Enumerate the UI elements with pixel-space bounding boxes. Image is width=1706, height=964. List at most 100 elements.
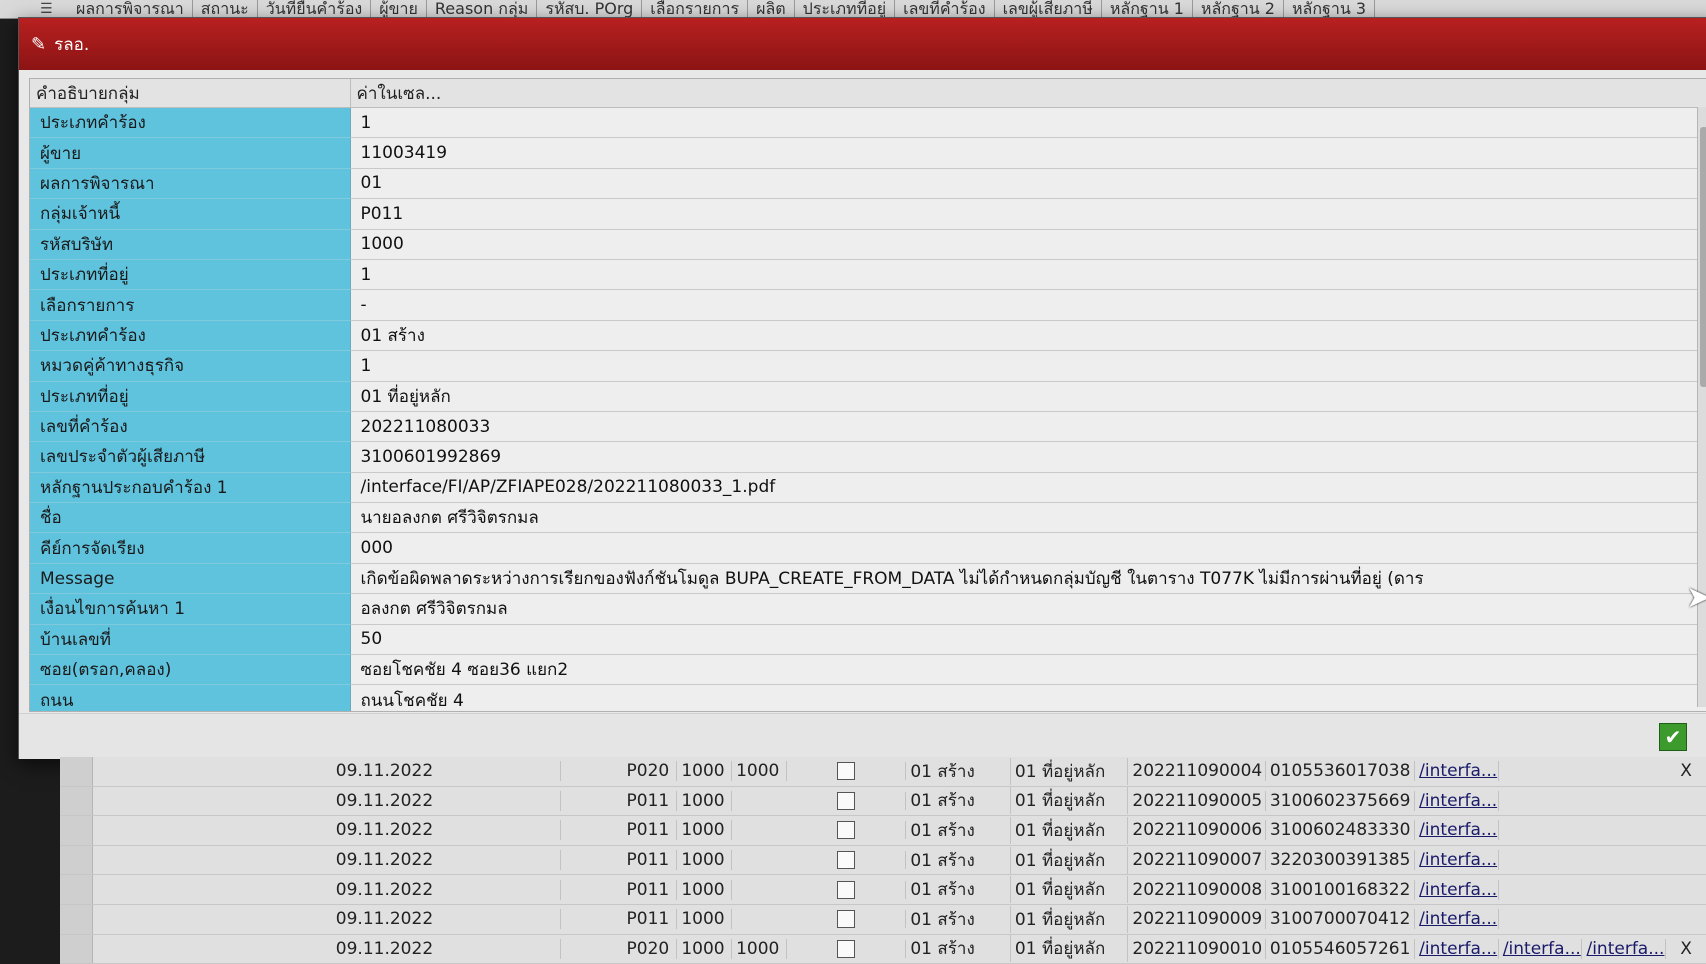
cell-select[interactable] [787, 851, 907, 870]
table-row[interactable]: 09.11.2022 P011 1000 01 สร้าง 01 ที่อยู่… [60, 875, 1706, 905]
evidence-link-2[interactable]: /interfa... [1499, 938, 1583, 959]
detail-row[interactable]: ประเภทคำร้อง 1 [30, 107, 1706, 139]
cell-select[interactable] [787, 821, 907, 840]
col-header-addr-type[interactable]: ประเภทที่อยู่ [795, 0, 896, 18]
cell-select[interactable] [787, 791, 907, 810]
col-header-evidence-2[interactable]: หลักฐาน 2 [1193, 0, 1284, 18]
field-value[interactable]: 01 [350, 168, 1706, 200]
col-header-tax-id[interactable]: เลขผู้เสียภาษี [995, 0, 1102, 18]
row-selector[interactable] [60, 757, 93, 786]
col-header-vendor[interactable]: ผู้ขาย [371, 0, 427, 18]
row-selector[interactable] [60, 816, 93, 845]
cell-group: P020 [623, 761, 678, 782]
cell-address-type: 01 ที่อยู่หลัก [1011, 757, 1129, 785]
field-value[interactable]: 01 สร้าง [350, 320, 1706, 352]
field-value[interactable]: ซอยโชคชัย 4 ซอย36 แยก2 [350, 654, 1706, 686]
scrollbar-thumb[interactable] [1700, 127, 1706, 387]
col-header-porg[interactable]: รหัสบ. POrg [537, 0, 643, 18]
dialog-titlebar[interactable]: ✎ รลอ. [19, 18, 1706, 70]
evidence-link-1[interactable]: /interfa... [1415, 909, 1499, 930]
col-header-evidence-3[interactable]: หลักฐาน 3 [1284, 0, 1376, 18]
detail-row[interactable]: รหัสบริษัท 1000 [30, 229, 1706, 260]
column-header-value[interactable]: ค่าในเซล... [350, 79, 1706, 108]
col-header-select[interactable]: เลือกรายการ [642, 0, 749, 18]
col-header-date[interactable]: วันที่ยื่นคำร้อง [258, 0, 372, 18]
evidence-link-1[interactable]: /interfa... [1415, 938, 1499, 959]
detail-row[interactable]: ประเภทคำร้อง 01 สร้าง [30, 320, 1706, 352]
col-header-result[interactable]: ผลการพิจารณา [68, 0, 193, 18]
detail-row[interactable]: ประเภทที่อยู่ 01 ที่อยู่หลัก [30, 381, 1706, 412]
row-selector[interactable] [60, 904, 93, 934]
list-layout-icon[interactable]: ☰ [40, 1, 68, 17]
field-value[interactable]: P011 [350, 198, 1706, 230]
detail-row[interactable]: ผลการพิจารณา 01 [30, 168, 1706, 200]
evidence-link-1[interactable]: /interfa... [1415, 761, 1499, 782]
row-selector[interactable] [60, 786, 93, 816]
evidence-link-3[interactable]: /interfa... [1582, 938, 1667, 959]
field-value[interactable]: 1 [350, 259, 1706, 291]
field-value[interactable]: เกิดข้อผิดพลาดระหว่างการเรียกของฟังก์ชัน… [350, 563, 1706, 595]
detail-row[interactable]: ซอย(ตรอก,คลอง) ซอยโชคชัย 4 ซอย36 แยก2 [30, 654, 1706, 686]
field-value[interactable]: ถนนโชคชัย 4 [350, 684, 1706, 711]
cell-select[interactable] [787, 939, 907, 958]
field-value[interactable]: 202211080033 [350, 411, 1706, 443]
table-row[interactable]: 09.11.2022 P011 1000 01 สร้าง 01 ที่อยู่… [60, 845, 1706, 876]
cell-select[interactable] [787, 910, 907, 929]
select-checkbox[interactable] [837, 939, 856, 958]
detail-row[interactable]: เลือกรายการ - [30, 289, 1706, 321]
field-value[interactable]: 1 [350, 350, 1706, 382]
field-value[interactable]: 50 [350, 624, 1706, 656]
detail-row[interactable]: บ้านเลขที่ 50 [30, 624, 1706, 656]
col-header-status[interactable]: สถานะ [193, 0, 258, 18]
table-row[interactable]: 09.11.2022 P011 1000 01 สร้าง 01 ที่อยู่… [60, 786, 1706, 817]
detail-row[interactable]: กลุ่มเจ้าหนี้ P011 [30, 198, 1706, 230]
field-value[interactable]: นายอลงกต ศรีวิจิตรกมล [350, 502, 1706, 534]
col-header-request-no[interactable]: เลขที่คำร้อง [895, 0, 995, 18]
detail-row[interactable]: หลักฐานประกอบคำร้อง 1/interface/FI/AP/ZF… [30, 472, 1706, 504]
cell-select[interactable] [787, 762, 907, 781]
row-selector[interactable] [60, 845, 93, 875]
detail-row[interactable]: คีย์การจัดเรียง 000 [30, 532, 1706, 564]
detail-row[interactable]: ถนน ถนนโชคชัย 4 [30, 684, 1706, 711]
field-value[interactable]: 1 [350, 107, 1706, 139]
cell-select[interactable] [787, 880, 907, 899]
detail-row[interactable]: เลขที่คำร้อง 202211080033 [30, 411, 1706, 443]
detail-row[interactable]: ประเภทที่อยู่ 1 [30, 259, 1706, 291]
evidence-link-1[interactable]: /interfa... [1415, 879, 1499, 900]
table-row[interactable]: 09.11.2022 P011 1000 01 สร้าง 01 ที่อยู่… [60, 904, 1706, 935]
field-value[interactable]: 000 [350, 532, 1706, 564]
field-value[interactable]: 01 ที่อยู่หลัก [350, 381, 1706, 412]
col-header-reason[interactable]: Reason กลุ่ม [427, 0, 538, 18]
detail-row[interactable]: หมวดคู่ค้าทางธุรกิจ 1 [30, 350, 1706, 382]
select-checkbox[interactable] [837, 762, 856, 781]
detail-row[interactable]: Message เกิดข้อผิดพลาดระหว่างการเรียกของฟ… [30, 563, 1706, 595]
field-value[interactable]: - [350, 289, 1706, 321]
detail-row[interactable]: ชื่อ นายอลงกต ศรีวิจิตรกมล [30, 502, 1706, 534]
column-header-description[interactable]: คำอธิบายกลุ่ม [30, 79, 351, 108]
select-checkbox[interactable] [837, 791, 856, 810]
cell-group: P020 [623, 938, 678, 959]
evidence-link-1[interactable]: /interfa... [1415, 850, 1499, 871]
evidence-link-1[interactable]: /interfa... [1415, 820, 1499, 841]
row-selector[interactable] [60, 875, 93, 904]
col-header-result2[interactable]: ผลิต [748, 0, 795, 18]
col-header-evidence-1[interactable]: หลักฐาน 1 [1102, 0, 1193, 18]
table-row[interactable]: 09.11.2022 P011 1000 01 สร้าง 01 ที่อยู่… [60, 816, 1706, 846]
detail-row[interactable]: เลขประจำตัวผู้เสียภาษี 3100601992869 [30, 441, 1706, 473]
confirm-button[interactable]: ✔ [1659, 723, 1687, 751]
select-checkbox[interactable] [837, 910, 856, 929]
detail-row[interactable]: เงื่อนไขการค้นหา 1 อลงกต ศรีวิจิตรกมล [30, 593, 1706, 625]
evidence-link-1[interactable]: /interfa... [1415, 790, 1499, 811]
vertical-scrollbar[interactable] [1697, 107, 1706, 707]
select-checkbox[interactable] [837, 821, 856, 840]
field-value[interactable]: 11003419 [350, 137, 1706, 169]
select-checkbox[interactable] [837, 880, 856, 899]
field-value[interactable]: 1000 [350, 229, 1706, 260]
field-value[interactable]: /interface/FI/AP/ZFIAPE028/202211080033_… [350, 472, 1706, 504]
row-selector[interactable] [60, 934, 93, 964]
field-value[interactable]: 3100601992869 [350, 441, 1706, 473]
select-checkbox[interactable] [837, 851, 856, 870]
table-row[interactable]: 09.11.2022 P020 1000 1000 01 สร้าง 01 ที… [60, 757, 1706, 787]
field-value[interactable]: อลงกต ศรีวิจิตรกมล [350, 593, 1706, 625]
detail-row[interactable]: ผู้ขาย 11003419 [30, 137, 1706, 169]
